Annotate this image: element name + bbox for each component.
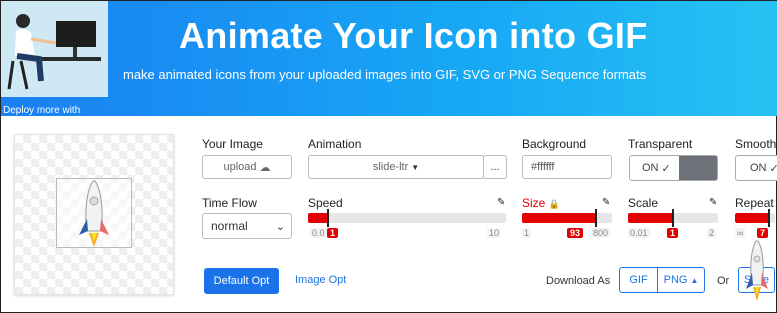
animation-value: slide-ltr	[372, 161, 409, 173]
background-color-input[interactable]: #ffffff	[522, 155, 612, 179]
upload-label: upload	[223, 161, 257, 173]
transparent-label: Transparent	[628, 137, 693, 151]
ad-caption[interactable]: Deploy more with	[3, 105, 80, 116]
time-flow-label: Time Flow	[202, 196, 257, 210]
smooth-on: ON✓	[750, 162, 777, 175]
speed-label: Speed	[308, 196, 343, 210]
default-opt-button[interactable]: Default Opt	[204, 268, 279, 294]
animation-label: Animation	[308, 137, 362, 151]
download-as-label: Download As	[546, 275, 611, 287]
repeat-slider[interactable]	[735, 209, 775, 227]
icon-frame	[56, 178, 132, 248]
time-flow-value: normal	[211, 219, 248, 233]
size-thumb[interactable]	[594, 209, 597, 227]
rocket-icon	[746, 240, 768, 301]
page-subtitle: make animated icons from your uploaded i…	[123, 67, 647, 82]
cloud-upload-icon: ☁	[259, 161, 271, 174]
smooth-toggle[interactable]: ON✓	[735, 155, 777, 181]
png-button[interactable]: PNG ▲	[657, 267, 705, 293]
transparent-on: ON ✓	[642, 162, 671, 175]
upload-button[interactable]: upload ☁	[202, 155, 292, 179]
repeat-label: Repeat	[735, 196, 774, 210]
scale-thumb[interactable]	[672, 209, 674, 227]
gif-button[interactable]: GIF	[619, 267, 658, 293]
speed-thumb[interactable]	[326, 209, 329, 227]
size-fill	[522, 213, 596, 223]
or-label: Or	[717, 275, 730, 287]
chevron-down-icon: ⌄	[275, 220, 285, 233]
caret-down-icon: ▼	[411, 162, 420, 172]
image-opt-link[interactable]: Image Opt	[295, 274, 346, 286]
time-flow-select[interactable]: normal ⌄	[202, 213, 292, 239]
animation-select[interactable]: slide-ltr ▼	[308, 155, 484, 179]
size-slider[interactable]	[522, 209, 612, 227]
lock-icon: 🔒	[548, 199, 560, 209]
transparent-toggle[interactable]: ON ✓	[629, 155, 718, 181]
size-max: 800	[591, 228, 611, 238]
speed-min: 0.0	[310, 228, 327, 238]
size-min: 1	[522, 228, 532, 238]
rocket-icon	[79, 180, 109, 247]
scale-min: 0.01	[628, 228, 650, 238]
header-banner: Deploy more with Animate Your Icon into …	[1, 1, 777, 116]
repeat-min: ∞	[735, 228, 746, 238]
background-label: Background	[522, 137, 587, 151]
speed-value: 1	[327, 228, 339, 238]
scale-label: Scale	[628, 196, 659, 210]
ad-illustration[interactable]	[1, 1, 108, 97]
repeat-fill	[735, 213, 769, 223]
smooth-label: Smooth	[735, 137, 777, 151]
pencil-icon[interactable]: ✎	[709, 197, 717, 208]
speed-slider[interactable]	[308, 209, 506, 227]
size-label: Size 🔒	[522, 196, 560, 210]
size-value: 93	[567, 228, 584, 238]
scale-fill	[628, 213, 673, 223]
repeat-thumb[interactable]	[768, 209, 770, 227]
scale-value: 1	[667, 228, 679, 238]
pencil-icon[interactable]: ✎	[602, 197, 610, 208]
page-title: Animate Your Icon into GIF	[179, 15, 648, 56]
animation-more-button[interactable]: ...	[483, 155, 507, 179]
speed-fill	[308, 213, 328, 223]
your-image-label: Your Image	[202, 137, 263, 151]
caret-up-icon: ▲	[690, 275, 699, 285]
repeat-value: 7	[757, 228, 769, 238]
speed-max: 10	[487, 228, 502, 238]
scale-slider[interactable]	[628, 209, 718, 227]
pencil-icon[interactable]: ✎	[497, 197, 505, 208]
icon-preview	[14, 134, 174, 295]
scale-max: 2	[707, 228, 717, 238]
